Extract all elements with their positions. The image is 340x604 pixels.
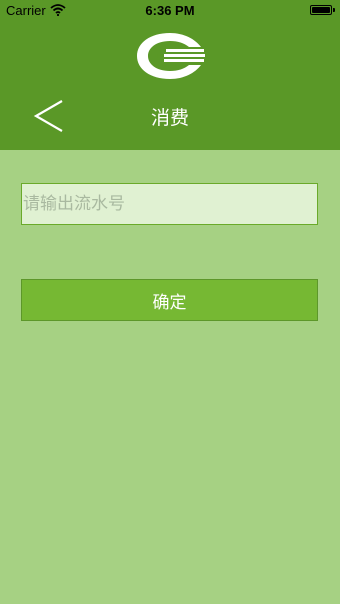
battery-icon bbox=[310, 5, 332, 15]
brand-logo-icon bbox=[137, 33, 205, 79]
confirm-button[interactable]: 确定 bbox=[21, 279, 318, 321]
nav-header: Carrier 6:36 PM 消费 bbox=[0, 0, 340, 150]
status-time: 6:36 PM bbox=[145, 3, 195, 18]
status-bar: Carrier 6:36 PM bbox=[0, 0, 340, 22]
page-title: 消费 bbox=[150, 107, 189, 129]
battery-tip bbox=[333, 8, 335, 12]
serial-number-input[interactable] bbox=[21, 183, 318, 225]
